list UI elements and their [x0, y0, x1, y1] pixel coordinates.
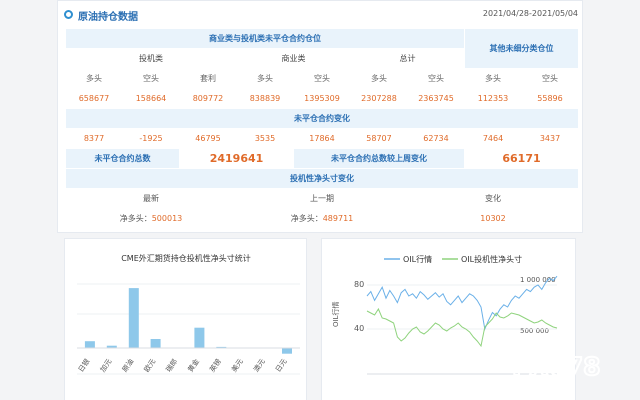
value-other-long: 112353: [464, 88, 523, 109]
change-other-short: 3437: [521, 128, 580, 149]
net-prev-cell: 净多头：489711: [236, 208, 408, 229]
value-spec-long: 658677: [65, 88, 123, 109]
watermark-logo: FX678: [508, 345, 618, 389]
x-tick-label: 瑞郎: [164, 357, 179, 374]
group-header-other: 其他未细分类仓位: [464, 28, 580, 69]
change-total-long: 58707: [350, 128, 408, 149]
x-tick-label: 日银: [76, 357, 91, 374]
watermark-text: FX678: [512, 352, 601, 381]
x-tick-label: 欧元: [142, 357, 157, 374]
net-latest-prefix: 净多头：: [119, 214, 152, 223]
net-prev-value: 489711: [322, 214, 354, 223]
oi-change-label: 未平仓合约总数较上周变化: [292, 148, 466, 169]
target-icon: [64, 10, 73, 19]
x-tick-label: 英镑: [208, 357, 223, 374]
legend[interactable]: OIL行情 OIL投机性净头寸: [384, 254, 522, 264]
value-total-short: 2363745: [406, 88, 466, 109]
x-tick-label: 原油: [120, 357, 135, 374]
label-comm-short: 空头: [293, 68, 351, 89]
panel-header: 原油持仓数据 2021/04/28-2021/05/04: [58, 1, 584, 28]
label-spec-spread: 套利: [179, 68, 237, 89]
x-tick-label: 日元: [274, 358, 289, 374]
change-spec-short: -1925: [122, 128, 180, 149]
net-prev-prefix: 净多头：: [290, 214, 323, 223]
change-spec-long: 8377: [65, 128, 123, 149]
label-spec-short: 空头: [122, 68, 180, 89]
label-total-long: 多头: [350, 68, 408, 89]
oi-change-value: 66171: [464, 148, 580, 169]
bar-黄金[interactable]: [194, 327, 205, 348]
bar-日银[interactable]: [84, 341, 95, 348]
net-position-title: 投机性净头寸变化: [64, 168, 580, 189]
right-tick-1000000: 1 000 000: [520, 276, 556, 284]
left-tick-80: 80: [354, 280, 364, 289]
positions-panel: 原油持仓数据 2021/04/28-2021/05/04 商业类与投机类未平仓合…: [57, 0, 583, 233]
value-comm-short: 1395309: [293, 88, 351, 109]
change-total-short: 62734: [406, 128, 466, 149]
value-total-long: 2307288: [350, 88, 408, 109]
changes-title: 未平仓合约变化: [64, 108, 580, 129]
label-spec-long: 多头: [65, 68, 123, 89]
net-prev-label: 上一期: [236, 188, 408, 209]
value-other-short: 55896: [521, 88, 580, 109]
col-header-speculative: 投机类: [65, 48, 237, 69]
left-tick-40: 40: [354, 324, 364, 333]
legend-oil-label: OIL行情: [403, 254, 432, 264]
change-other-long: 7464: [464, 128, 523, 149]
bar-chart: CME外汇期货持仓投机性净头寸统计 日银 加元 原油 欧元 瑞郎 黄金 英镑 美元 澳元 日元: [76, 253, 300, 375]
label-comm-long: 多头: [236, 68, 294, 89]
bar-日元[interactable]: [282, 348, 292, 354]
label-other-short: 空头: [521, 68, 580, 89]
col-header-total: 总计: [349, 48, 466, 69]
change-comm-short: 17864: [293, 128, 351, 149]
positions-table: 商业类与投机类未平仓合约仓位 其他未细分类仓位 投机类 商业类 总计 多头 空头…: [64, 28, 580, 229]
change-spec-spread: 46795: [179, 128, 237, 149]
panel-title: 原油持仓数据: [78, 12, 138, 23]
net-latest-cell: 净多头：500013: [65, 208, 237, 229]
bar-原油[interactable]: [128, 288, 139, 348]
value-comm-long: 838839: [236, 88, 294, 109]
bar-chart-card: CME外汇期货持仓投机性净头寸统计 日银 加元 原油 欧元 瑞郎 黄金 英镑 美元 澳元 日元: [64, 238, 307, 400]
x-tick-label: 澳元: [251, 357, 266, 374]
change-comm-long: 3535: [236, 128, 294, 149]
col-header-commercial: 商业类: [236, 48, 351, 69]
label-other-long: 多头: [464, 68, 523, 89]
bar-chart-title: CME外汇期货持仓投机性净头寸统计: [121, 253, 251, 263]
net-change-label: 变化: [406, 188, 580, 209]
value-spec-spread: 809772: [179, 88, 237, 109]
group-header-commercial-speculative: 商业类与投机类未平仓合约仓位: [64, 28, 466, 49]
net-latest-value: 500013: [151, 214, 183, 223]
date-range: 2021/04/28-2021/05/04: [482, 9, 578, 18]
oi-total-value: 2419641: [179, 148, 294, 169]
oi-total-label: 未平仓合约总数: [65, 148, 180, 169]
x-tick-label: 加元: [98, 357, 113, 374]
label-total-short: 空头: [406, 68, 466, 89]
left-axis-label: OIL行情: [331, 302, 340, 327]
right-tick-500000: 500 000: [520, 327, 549, 335]
oil-price-series: [366, 275, 558, 331]
fx678-logo-icon: FX678: [511, 351, 602, 382]
x-tick-label: 美元: [229, 357, 244, 374]
net-change-value: 10302: [406, 208, 580, 229]
x-tick-label: 黄金: [186, 357, 201, 374]
legend-net-label: OIL投机性净头寸: [461, 254, 522, 264]
bar-欧元[interactable]: [150, 339, 161, 348]
value-spec-short: 158664: [122, 88, 180, 109]
net-latest-label: 最新: [65, 188, 237, 209]
